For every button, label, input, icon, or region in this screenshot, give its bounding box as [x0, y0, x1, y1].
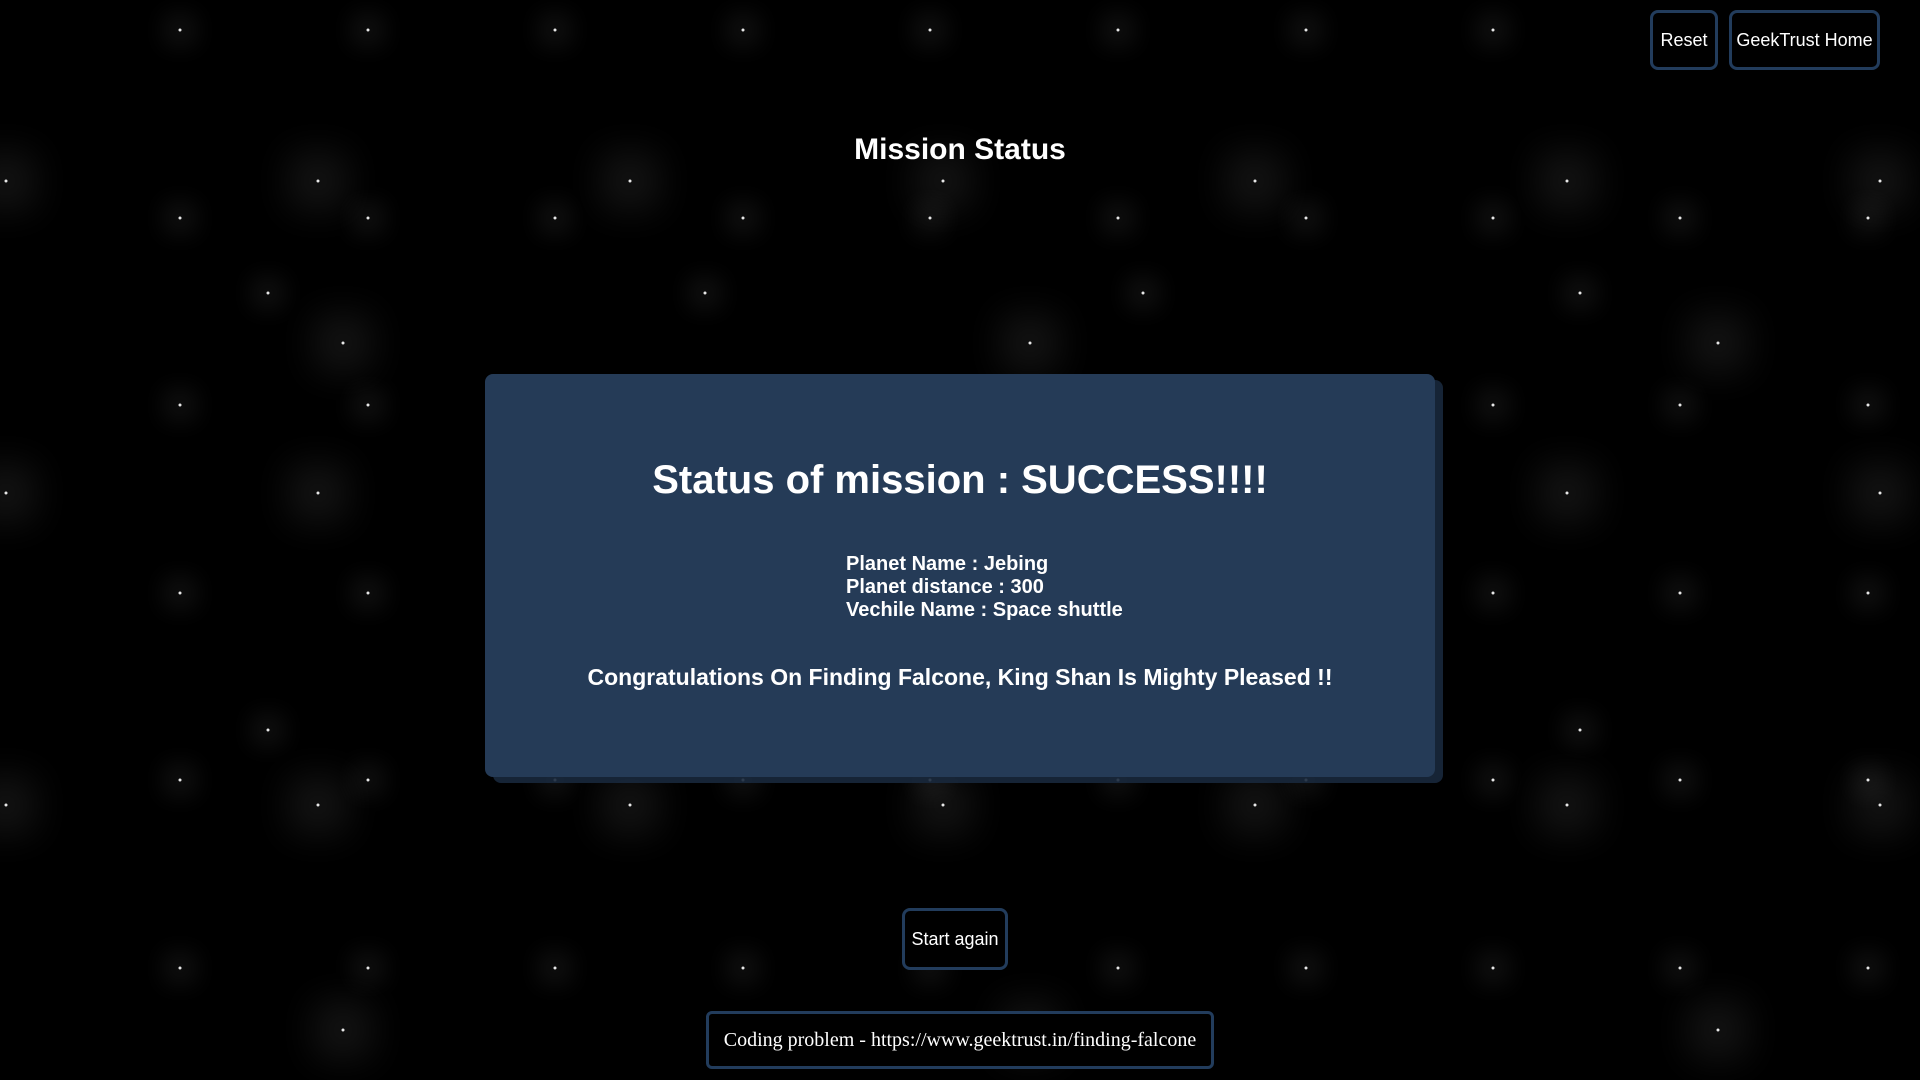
star-decoration: [4, 803, 8, 807]
star-decoration: [1304, 966, 1308, 970]
geektrust-home-button[interactable]: GeekTrust Home: [1729, 10, 1880, 70]
star-decoration: [1116, 28, 1120, 32]
star-decoration: [628, 803, 632, 807]
star-decoration: [1304, 778, 1308, 782]
star-decoration: [341, 341, 345, 345]
star-decoration: [366, 966, 370, 970]
star-decoration: [741, 966, 745, 970]
star-decoration: [1116, 966, 1120, 970]
star-decoration: [1141, 291, 1145, 295]
star-decoration: [1878, 491, 1882, 495]
planet-distance-text: Planet distance : 300: [846, 576, 1044, 598]
star-decoration: [1866, 403, 1870, 407]
star-decoration: [316, 179, 320, 183]
star-decoration: [1878, 803, 1882, 807]
star-decoration: [178, 778, 182, 782]
star-decoration: [1866, 216, 1870, 220]
star-decoration: [1565, 803, 1569, 807]
star-decoration: [1866, 966, 1870, 970]
star-decoration: [703, 291, 707, 295]
star-decoration: [553, 216, 557, 220]
star-decoration: [1678, 966, 1682, 970]
star-decoration: [1253, 179, 1257, 183]
star-decoration: [928, 778, 932, 782]
star-decoration: [941, 179, 945, 183]
page-title: Mission Status: [854, 133, 1066, 166]
planet-name-text: Planet Name : Jebing: [846, 553, 1049, 575]
star-decoration: [366, 216, 370, 220]
star-decoration: [1491, 778, 1495, 782]
star-decoration: [1491, 216, 1495, 220]
star-decoration: [741, 778, 745, 782]
star-decoration: [1491, 966, 1495, 970]
star-decoration: [1716, 1028, 1720, 1032]
star-decoration: [4, 179, 8, 183]
congratulations-message: Congratulations On Finding Falcone, King…: [587, 664, 1333, 690]
app-screen: Reset GeekTrust Home Mission Status Stat…: [0, 0, 1920, 1080]
star-decoration: [741, 216, 745, 220]
star-decoration: [178, 28, 182, 32]
star-decoration: [1578, 728, 1582, 732]
star-decoration: [366, 28, 370, 32]
star-decoration: [366, 778, 370, 782]
star-decoration: [741, 28, 745, 32]
star-decoration: [178, 403, 182, 407]
star-decoration: [341, 1028, 345, 1032]
mission-status-heading: Status of mission : SUCCESS!!!!: [652, 458, 1268, 502]
star-decoration: [1578, 291, 1582, 295]
star-decoration: [316, 491, 320, 495]
star-decoration: [1678, 403, 1682, 407]
star-decoration: [1304, 28, 1308, 32]
star-decoration: [1678, 778, 1682, 782]
reset-button[interactable]: Reset: [1650, 10, 1718, 70]
star-decoration: [1565, 491, 1569, 495]
mission-details: Planet Name : Jebing Planet distance : 3…: [846, 553, 1123, 622]
star-decoration: [316, 803, 320, 807]
star-decoration: [178, 966, 182, 970]
star-decoration: [178, 591, 182, 595]
star-decoration: [266, 291, 270, 295]
star-decoration: [1491, 28, 1495, 32]
star-decoration: [1565, 179, 1569, 183]
star-decoration: [266, 728, 270, 732]
star-decoration: [366, 403, 370, 407]
star-decoration: [1878, 179, 1882, 183]
star-decoration: [1116, 778, 1120, 782]
star-decoration: [1866, 778, 1870, 782]
star-decoration: [1116, 216, 1120, 220]
star-decoration: [178, 216, 182, 220]
vehicle-name-text: Vechile Name : Space shuttle: [846, 599, 1123, 621]
star-decoration: [1678, 591, 1682, 595]
star-decoration: [1253, 803, 1257, 807]
star-decoration: [928, 28, 932, 32]
star-decoration: [1028, 341, 1032, 345]
star-decoration: [366, 591, 370, 595]
star-decoration: [941, 803, 945, 807]
start-again-button[interactable]: Start again: [902, 908, 1008, 970]
star-decoration: [1866, 591, 1870, 595]
star-decoration: [1491, 403, 1495, 407]
star-decoration: [4, 491, 8, 495]
star-decoration: [553, 778, 557, 782]
star-decoration: [1304, 216, 1308, 220]
star-decoration: [928, 216, 932, 220]
star-decoration: [628, 179, 632, 183]
star-decoration: [1716, 341, 1720, 345]
coding-problem-link[interactable]: Coding problem - https://www.geektrust.i…: [706, 1011, 1214, 1069]
star-decoration: [553, 28, 557, 32]
mission-result-card: Status of mission : SUCCESS!!!! Planet N…: [485, 374, 1435, 777]
star-decoration: [553, 966, 557, 970]
star-decoration: [1491, 591, 1495, 595]
star-decoration: [1678, 216, 1682, 220]
